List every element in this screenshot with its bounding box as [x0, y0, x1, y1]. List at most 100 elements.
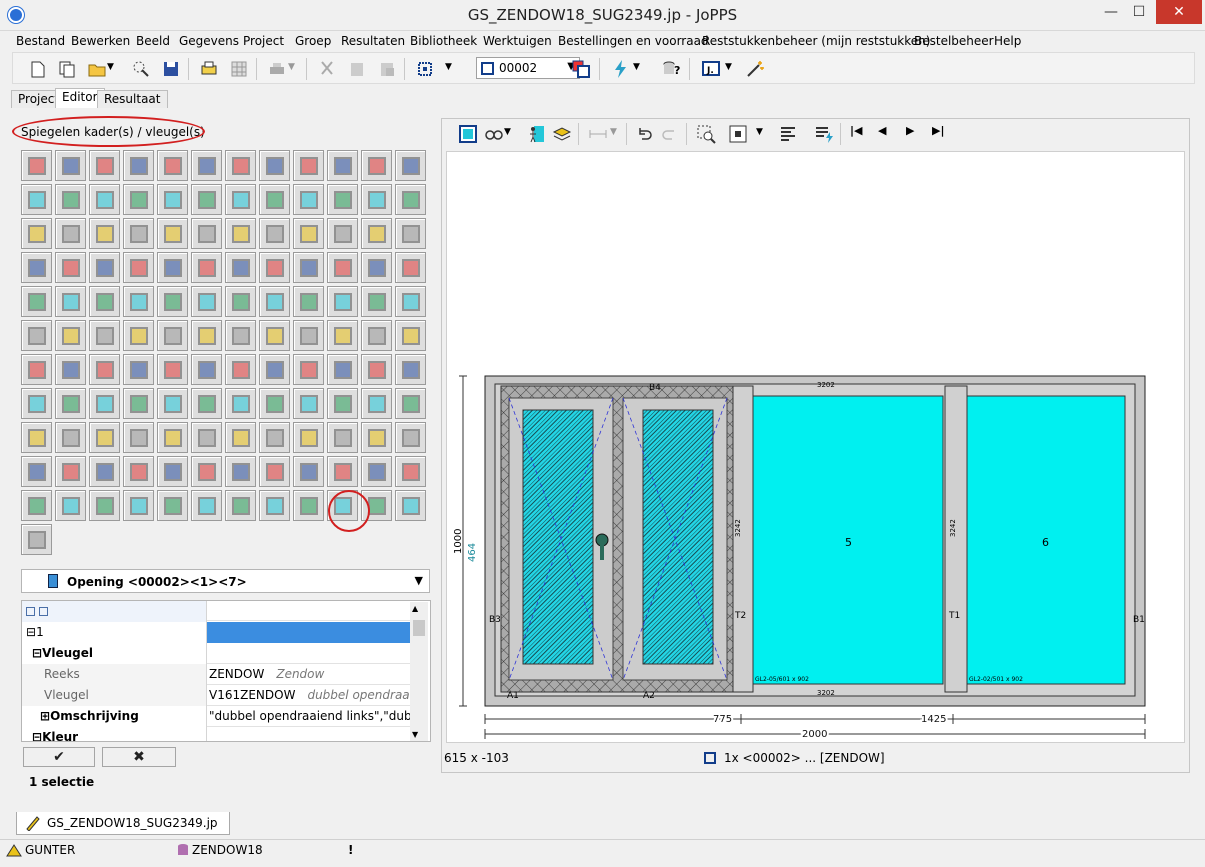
editor-tool-button[interactable]: [157, 150, 188, 181]
editor-tool-button[interactable]: [21, 184, 52, 215]
magic-wand-icon[interactable]: [745, 59, 765, 79]
editor-tool-button[interactable]: [123, 286, 154, 317]
editor-tool-button[interactable]: [327, 354, 358, 385]
editor-tool-button[interactable]: [259, 150, 290, 181]
editor-tool-button[interactable]: [89, 150, 120, 181]
next-icon[interactable]: ▶: [906, 124, 926, 144]
editor-tool-button[interactable]: [225, 422, 256, 453]
jopps-dropdown-icon[interactable]: ▼: [725, 62, 735, 82]
paste-icon[interactable]: [347, 59, 367, 79]
scroll-up-icon[interactable]: ▲: [412, 604, 418, 613]
editor-tool-button[interactable]: [123, 456, 154, 487]
dimension-dropdown-icon[interactable]: ▼: [610, 127, 620, 147]
chevron-down-icon[interactable]: ▼: [415, 574, 423, 587]
drawing-canvas[interactable]: 5 6 B1 B3 B4 T1 T2 3202 3202 3242 3242 A…: [446, 151, 1185, 743]
database-help-icon[interactable]: ?: [661, 59, 681, 79]
editor-tool-button[interactable]: [21, 286, 52, 317]
editor-tool-button[interactable]: [191, 354, 222, 385]
editor-tool-button[interactable]: [21, 320, 52, 351]
cut-icon[interactable]: [317, 59, 337, 79]
editor-tool-button[interactable]: [55, 286, 86, 317]
editor-tool-button[interactable]: [123, 388, 154, 419]
editor-tool-button[interactable]: [191, 252, 222, 283]
editor-tool-button[interactable]: [191, 422, 222, 453]
select-group-icon[interactable]: [415, 59, 435, 79]
editor-tool-button[interactable]: [55, 490, 86, 521]
select-group-dropdown-icon[interactable]: ▼: [445, 62, 455, 82]
editor-tool-button[interactable]: [21, 422, 52, 453]
editor-tool-button[interactable]: [293, 422, 324, 453]
editor-tool-button[interactable]: [191, 150, 222, 181]
editor-tool-button[interactable]: [21, 218, 52, 249]
previous-icon[interactable]: ◀: [878, 124, 898, 144]
editor-tool-button[interactable]: [89, 354, 120, 385]
paste-special-icon[interactable]: [377, 59, 397, 79]
first-icon[interactable]: |◀: [850, 124, 870, 144]
editor-tool-button[interactable]: [191, 456, 222, 487]
editor-tool-button[interactable]: [395, 388, 426, 419]
menu-project[interactable]: Project: [243, 34, 284, 48]
editor-tool-button[interactable]: [327, 456, 358, 487]
editor-tool-button[interactable]: [157, 252, 188, 283]
printer-icon[interactable]: [267, 59, 287, 79]
new-icon[interactable]: [27, 59, 47, 79]
editor-tool-button[interactable]: [225, 252, 256, 283]
editor-tool-button[interactable]: [123, 320, 154, 351]
property-row-kleur-section[interactable]: ⊟Kleur: [22, 727, 412, 741]
mullion-t1[interactable]: [944, 385, 968, 693]
editor-tool-button[interactable]: [55, 456, 86, 487]
editor-tool-button[interactable]: [123, 252, 154, 283]
editor-tool-button[interactable]: [157, 354, 188, 385]
property-row-omschrijving[interactable]: ⊞Omschrijving "dubbel opendraaiend links…: [22, 706, 412, 727]
save-icon[interactable]: [161, 59, 181, 79]
mullion-t2[interactable]: [732, 385, 754, 693]
editor-tool-button[interactable]: [157, 422, 188, 453]
editor-tool-button[interactable]: [395, 354, 426, 385]
property-row-root[interactable]: ⊟1: [22, 622, 412, 643]
editor-tool-button[interactable]: [225, 354, 256, 385]
zoom-icon[interactable]: [696, 124, 716, 144]
editor-tool-button[interactable]: [157, 320, 188, 351]
editor-tool-button[interactable]: [157, 184, 188, 215]
expand-all-icon[interactable]: [38, 607, 48, 616]
editor-tool-button[interactable]: [361, 422, 392, 453]
editor-tool-button[interactable]: [293, 354, 324, 385]
editor-tool-button[interactable]: [395, 422, 426, 453]
editor-tool-button[interactable]: [259, 456, 290, 487]
editor-tool-button[interactable]: [361, 286, 392, 317]
editor-tool-button[interactable]: [361, 218, 392, 249]
editor-tool-button[interactable]: [157, 490, 188, 521]
tab-resultaat[interactable]: Resultaat: [97, 90, 168, 108]
editor-tool-button[interactable]: [89, 320, 120, 351]
editor-tool-button[interactable]: [89, 286, 120, 317]
zoom-fit-icon[interactable]: [728, 124, 748, 144]
editor-tool-button[interactable]: [191, 490, 222, 521]
editor-tool-button[interactable]: [191, 184, 222, 215]
menu-gegevens[interactable]: Gegevens: [179, 34, 239, 48]
editor-tool-button[interactable]: [55, 150, 86, 181]
menu-beeld[interactable]: Beeld: [136, 34, 170, 48]
editor-tool-button[interactable]: [123, 422, 154, 453]
list-lightning-icon[interactable]: [814, 124, 834, 144]
editor-tool-button[interactable]: [395, 218, 426, 249]
property-row-vleugel[interactable]: Vleugel V161ZENDOW dubbel opendraaiend: [22, 685, 412, 706]
editor-tool-button[interactable]: [259, 422, 290, 453]
editor-tool-button[interactable]: [157, 388, 188, 419]
editor-tool-button[interactable]: [293, 218, 324, 249]
property-row-reeks[interactable]: Reeks ZENDOW Zendow: [22, 664, 412, 685]
editor-tool-button[interactable]: [259, 320, 290, 351]
document-tab[interactable]: GS_ZENDOW18_SUG2349.jp: [16, 812, 230, 835]
editor-tool-button[interactable]: [361, 320, 392, 351]
undo-icon[interactable]: [634, 124, 654, 144]
editor-tool-button[interactable]: [21, 252, 52, 283]
editor-tool-button[interactable]: [293, 456, 324, 487]
properties-scrollbar[interactable]: ▲ ▼: [410, 602, 428, 741]
editor-tool-button[interactable]: [21, 354, 52, 385]
editor-tool-button[interactable]: [361, 354, 392, 385]
editor-tool-button[interactable]: [327, 218, 358, 249]
scroll-down-icon[interactable]: ▼: [412, 730, 418, 739]
printer-dropdown-icon[interactable]: ▼: [288, 62, 298, 82]
editor-tool-button[interactable]: [259, 490, 290, 521]
menu-werktuigen[interactable]: Werktuigen: [483, 34, 552, 48]
copy-icon[interactable]: [57, 59, 77, 79]
